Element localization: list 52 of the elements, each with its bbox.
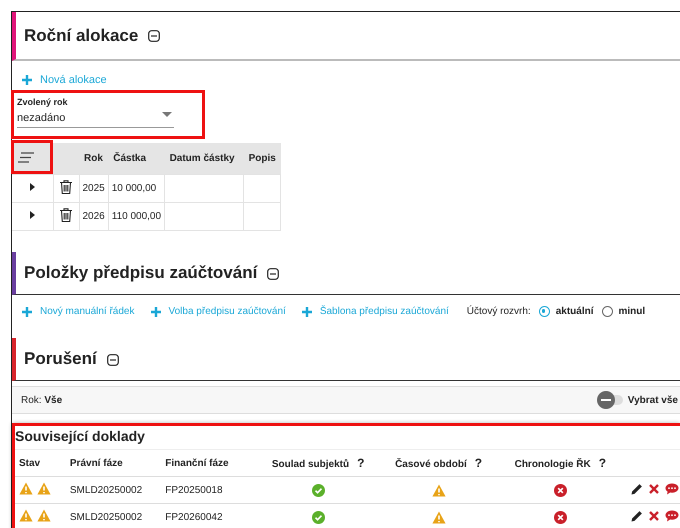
year-filter[interactable]: Rok: Vše [21,394,62,406]
help-icon[interactable]: ? [474,456,482,470]
edit-icon[interactable] [631,510,643,522]
table-cell: 2026 [79,202,108,230]
radio-option[interactable]: aktuální [538,306,594,317]
table-cell: SMLD20250002 [68,504,164,528]
table-cell: FP20250018 [164,476,258,504]
table-cell: 110 000,00 [108,202,165,230]
table-cell [244,174,281,202]
table-cell: 2025 [79,174,108,202]
column-header: Částka [108,143,165,174]
radio-group-label: Účtový rozvrh: [466,306,531,317]
select-value: nezadáno [17,112,66,124]
collapse-icon[interactable] [267,268,280,280]
table-cell: FP20260042 [164,504,258,528]
plus-icon [150,306,160,316]
table-cell: SMLD20250002 [68,476,164,504]
expand-arrow-icon[interactable] [30,183,35,191]
comment-icon[interactable] [665,510,679,522]
column-header: Časové období [395,459,467,470]
plus-icon [22,306,32,316]
help-icon[interactable]: ? [357,456,364,470]
column-header: Datum částky [164,143,244,174]
table-cell [244,202,281,230]
caret-icon [162,112,172,117]
toggle-label: Vybrat vše [628,394,679,406]
collapse-icon[interactable] [106,354,119,366]
delete-icon[interactable] [60,208,72,222]
column-header: Rok [79,143,108,174]
column-header: Chronologie ŘK [514,459,591,470]
year-select[interactable]: Zvolený rok nezadáno [17,97,174,128]
table-cell: 10 000,00 [108,174,165,202]
column-header: Soulad subjektů [272,459,350,470]
expand-arrow-icon[interactable] [30,211,35,219]
section-title: Položky předpisu zaúčtování [24,263,258,283]
help-icon[interactable]: ? [598,456,606,470]
collapse-icon[interactable] [148,30,160,42]
select-label: Zvolený rok [17,97,69,107]
radio-option[interactable]: minul [602,306,646,317]
plus-icon [302,306,312,316]
column-header: Finanční fáze [165,458,229,468]
comment-icon[interactable] [665,482,679,494]
edit-icon[interactable] [631,482,643,494]
column-header: Právní fáze [70,458,123,468]
section-title: Roční alokace [24,26,138,46]
column-header: Stav [19,458,40,468]
section-title: Porušení [24,349,97,369]
sort-icon[interactable] [18,152,34,162]
column-header: Popis [244,143,281,174]
section-title: Související doklady [15,426,680,450]
delete-icon[interactable] [60,180,72,194]
plus-icon [22,75,32,85]
